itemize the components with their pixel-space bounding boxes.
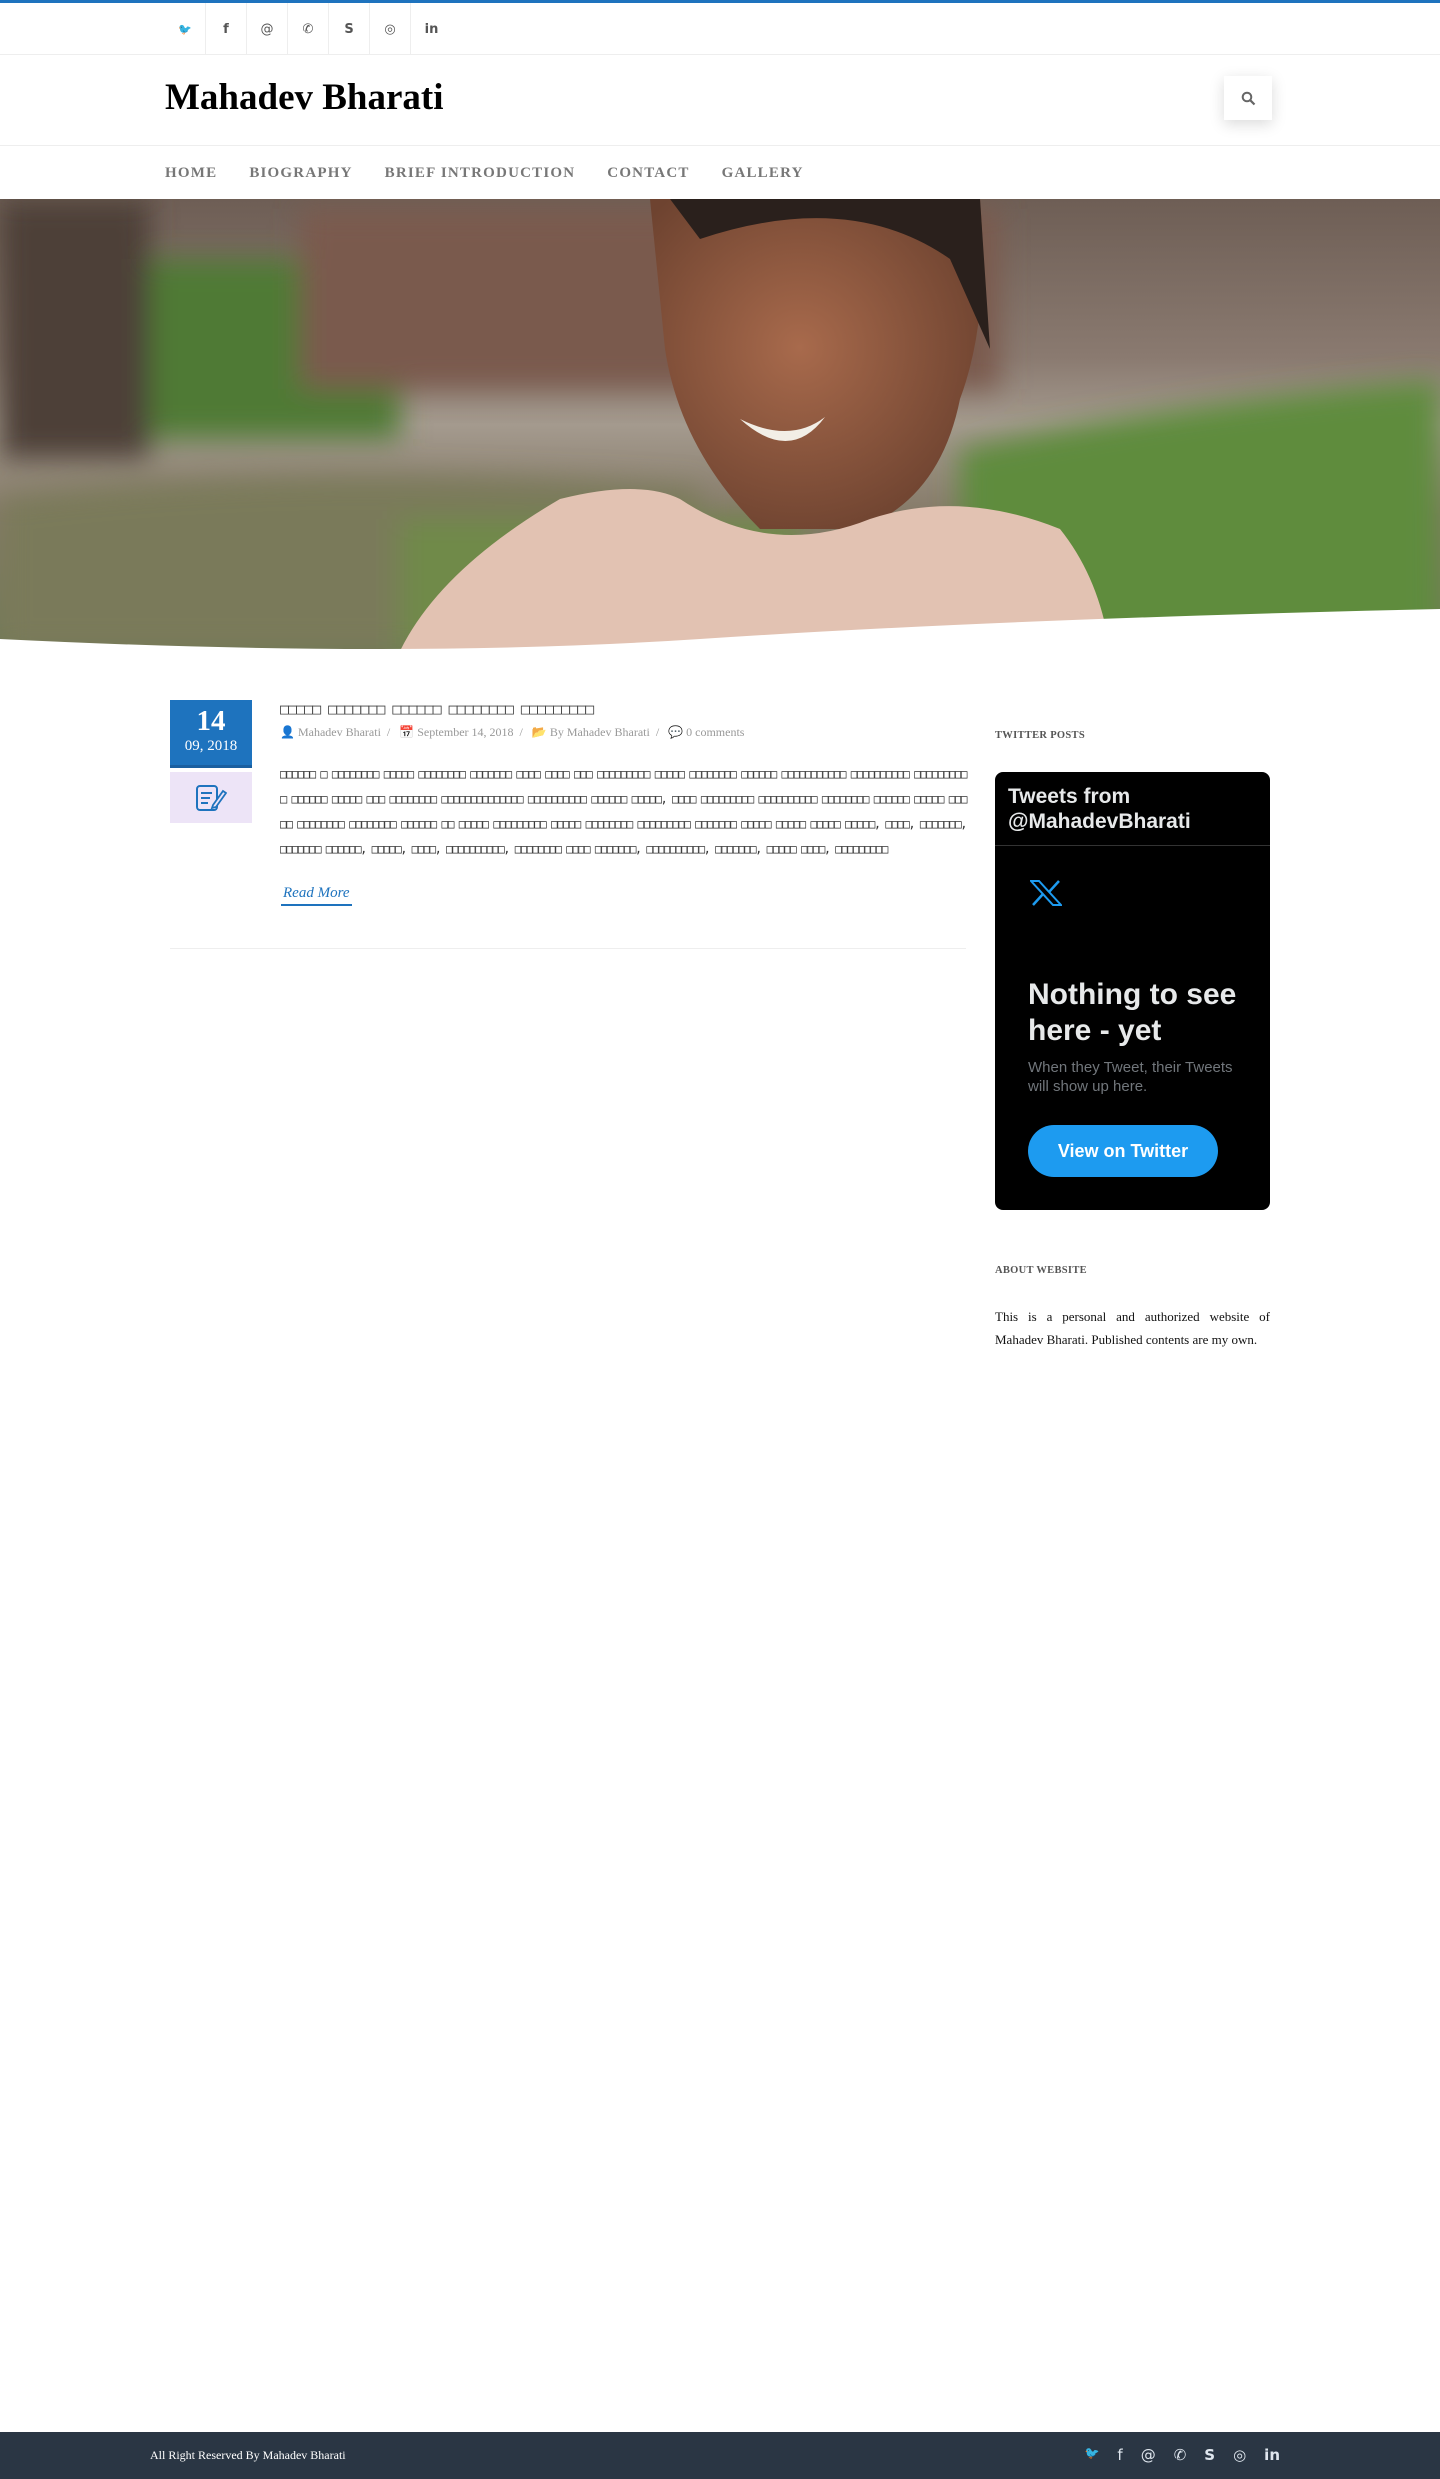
at-icon[interactable]: @ — [247, 3, 288, 55]
nav-gallery[interactable]: GALLERY — [722, 165, 804, 182]
twitter-empty-title: Nothing to see here - yet — [1028, 978, 1237, 1047]
comments-icon: 💬 — [668, 725, 684, 739]
site-header: Mahadev Bharati — [0, 56, 1440, 146]
site-footer: All Right Reserved By Mahadev Bharati 🐦 … — [0, 2432, 1440, 2479]
search-button[interactable] — [1224, 76, 1272, 120]
nav-biography[interactable]: BIOGRAPHY — [249, 165, 352, 182]
skype-icon[interactable]: S — [329, 3, 370, 55]
top-bar: 🐦 f @ ✆ S ◎ in — [0, 3, 1440, 55]
social-links: 🐦 f @ ✆ S ◎ in — [165, 3, 452, 55]
phone-icon[interactable]: ✆ — [288, 3, 329, 55]
nav-brief-introduction[interactable]: BRIEF INTRODUCTION — [385, 165, 576, 182]
facebook-icon[interactable]: f — [206, 3, 247, 55]
view-on-twitter-button[interactable]: View on Twitter — [1028, 1125, 1218, 1177]
linkedin-icon[interactable]: in — [1264, 2446, 1280, 2464]
user-icon: 👤 — [280, 725, 295, 739]
instagram-icon[interactable]: ◎ — [1233, 2446, 1246, 2464]
site-title[interactable]: Mahadev Bharati — [165, 76, 444, 119]
skype-icon[interactable]: S — [1204, 2446, 1215, 2464]
post-title[interactable]: □□□□□ □□□□□□□ □□□□□□ □□□□□□□□ □□□□□□□□□ — [280, 700, 594, 718]
x-logo-icon — [1030, 880, 1062, 906]
twitter-icon[interactable]: 🐦 — [165, 3, 206, 55]
twitter-icon[interactable]: 🐦 — [1084, 2446, 1099, 2464]
post-divider — [170, 948, 966, 949]
main-nav: HOME BIOGRAPHY BRIEF INTRODUCTION CONTAC… — [165, 147, 804, 199]
post-month-year: 09, 2018 — [184, 738, 238, 754]
post-format-badge — [170, 772, 252, 823]
read-more-link[interactable]: Read More — [281, 885, 352, 906]
search-icon — [1241, 91, 1255, 105]
folder-icon: 📂 — [531, 725, 547, 739]
calendar-icon: 📅 — [399, 725, 415, 739]
post-day: 14 — [196, 705, 226, 737]
twitter-empty-subtitle: When they Tweet, their Tweets will show … — [1028, 1059, 1233, 1095]
facebook-icon[interactable]: f — [1117, 2446, 1122, 2464]
hero-image — [0, 199, 1440, 651]
nav-contact[interactable]: CONTACT — [607, 165, 689, 182]
instagram-icon[interactable]: ◎ — [370, 3, 411, 55]
footer-social-links: 🐦 f @ ✆ S ◎ in — [1084, 2446, 1280, 2464]
twitter-widget-header[interactable]: Tweets from @MahadevBharati — [995, 772, 1270, 846]
linkedin-icon[interactable]: in — [411, 3, 452, 55]
twitter-timeline-widget: Tweets from @MahadevBharati Nothing to s… — [995, 772, 1270, 1210]
about-website-text: This is a personal and authorized websit… — [995, 1309, 1270, 1347]
post-date-badge: 14 09, 2018 — [170, 700, 252, 768]
edit-document-icon — [196, 784, 227, 811]
post-comments[interactable]: 0 comments — [686, 725, 744, 739]
nav-home[interactable]: HOME — [165, 165, 217, 182]
post-category[interactable]: By Mahadev Bharati — [550, 725, 650, 739]
twitter-posts-heading: TWITTER POSTS — [995, 730, 1085, 741]
post-date: September 14, 2018 — [417, 725, 514, 739]
post-author[interactable]: Mahadev Bharati — [298, 725, 381, 739]
post-excerpt: □□□□□□ □ □□□□□□□□ □□□□□ □□□□□□□□ □□□□□□□… — [280, 767, 968, 856]
post-meta: 👤 Mahadev Bharati / 📅 September 14, 2018/… — [280, 725, 745, 739]
phone-icon[interactable]: ✆ — [1174, 2446, 1187, 2464]
at-icon[interactable]: @ — [1141, 2446, 1156, 2464]
about-website-heading: ABOUT WEBSITE — [995, 1265, 1087, 1276]
copyright-text: All Right Reserved By Mahadev Bharati — [150, 2448, 346, 2462]
